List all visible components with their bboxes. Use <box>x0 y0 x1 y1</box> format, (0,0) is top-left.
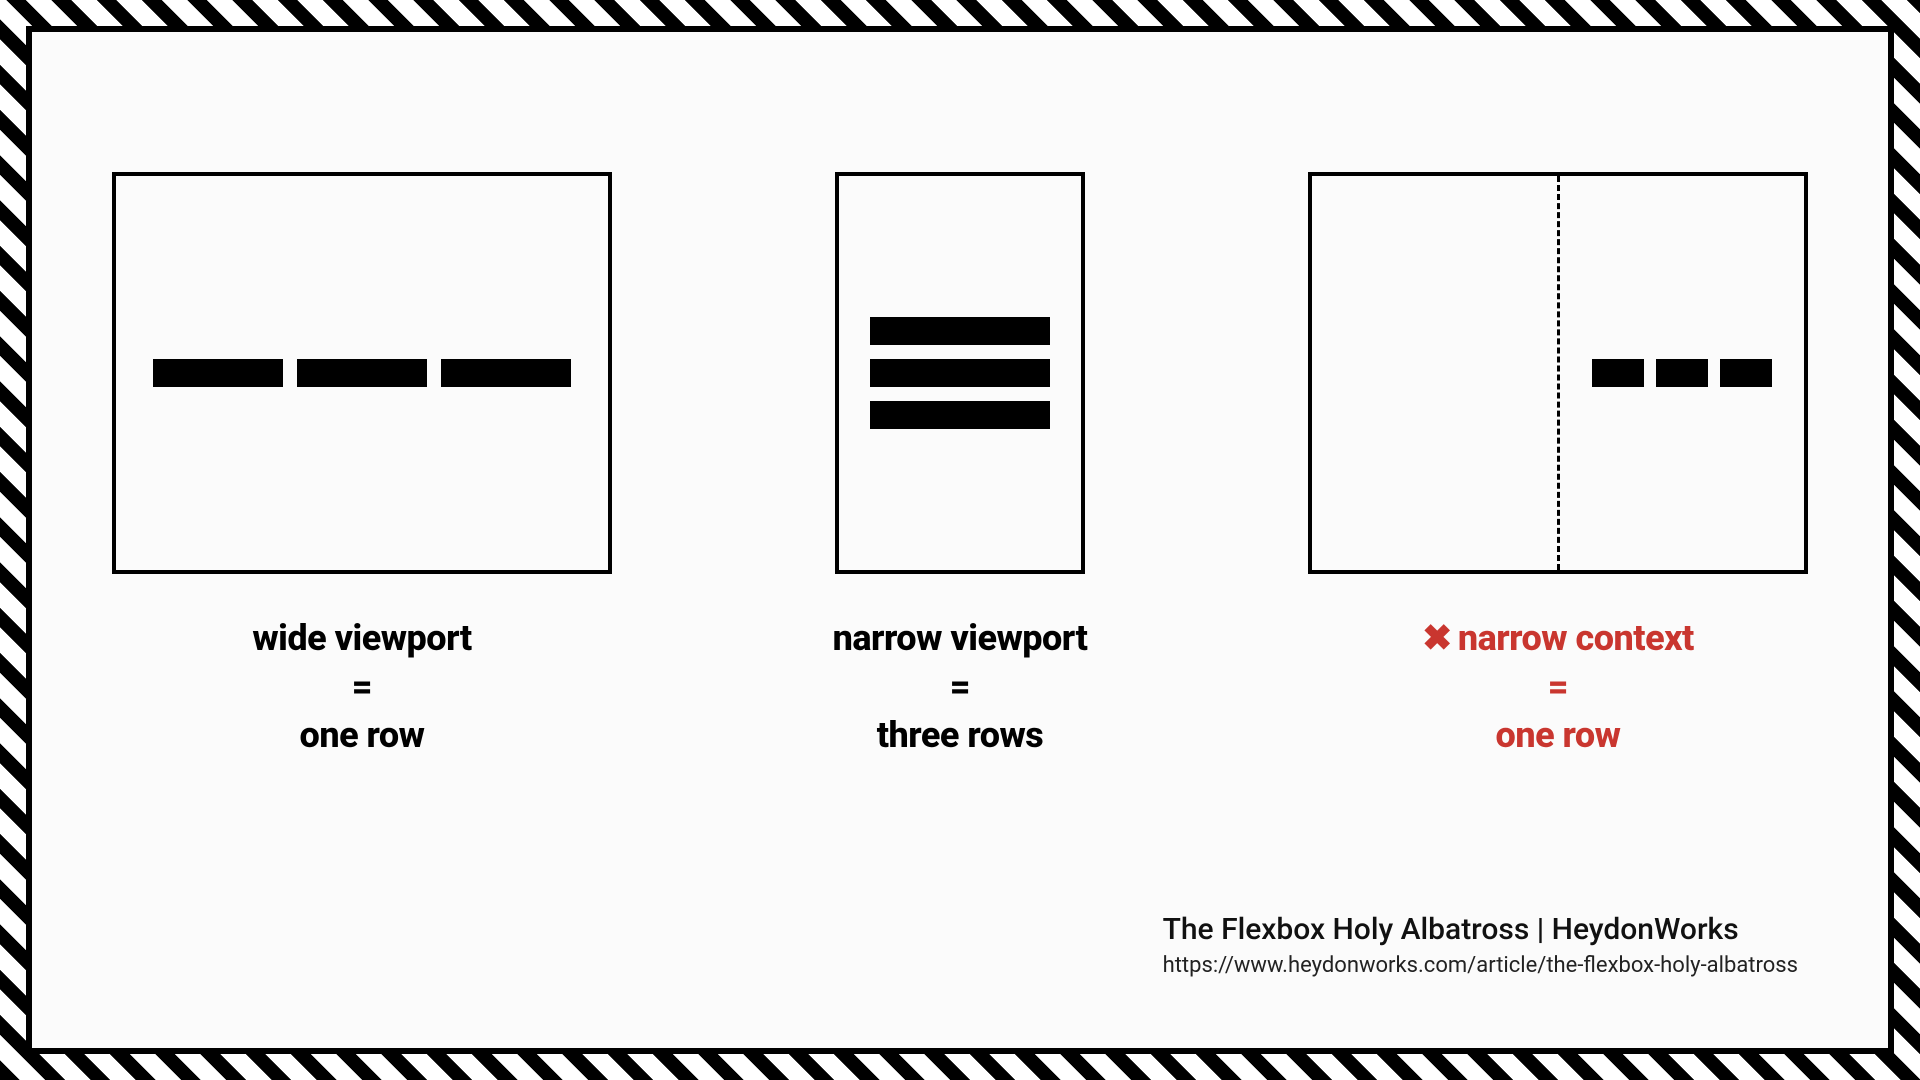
cross-icon: ✖ <box>1422 614 1452 663</box>
empty-left-pane <box>1312 176 1560 570</box>
caption-line: three rows <box>833 711 1088 760</box>
diagram-row: wide viewport = one row narrow viewport … <box>112 172 1808 760</box>
slide-inner: wide viewport = one row narrow viewport … <box>26 26 1894 1054</box>
content-block <box>297 359 427 387</box>
content-block <box>441 359 571 387</box>
attribution-title: The Flexbox Holy Albatross | HeydonWorks <box>1163 912 1798 947</box>
attribution-block: The Flexbox Holy Albatross | HeydonWorks… <box>1163 912 1798 978</box>
caption-line: one row <box>252 711 471 760</box>
content-block <box>870 359 1050 387</box>
panel-wide-viewport: wide viewport = one row <box>112 172 612 760</box>
narrow-context-box <box>1308 172 1808 574</box>
narrow-viewport-caption: narrow viewport = three rows <box>833 614 1088 760</box>
wide-viewport-caption: wide viewport = one row <box>252 614 471 760</box>
panel-narrow-context: ✖narrow context = one row <box>1308 172 1808 760</box>
content-block <box>153 359 283 387</box>
caption-text: narrow context <box>1458 617 1694 659</box>
caption-equals: = <box>1422 663 1694 712</box>
wide-viewport-box <box>112 172 612 574</box>
caption-line: narrow viewport <box>833 614 1088 663</box>
caption-line: ✖narrow context <box>1422 614 1694 663</box>
content-block <box>870 317 1050 345</box>
caption-equals: = <box>252 663 471 712</box>
panel-narrow-viewport: narrow viewport = three rows <box>833 172 1088 760</box>
content-block <box>1720 359 1772 387</box>
content-block <box>1656 359 1708 387</box>
narrow-viewport-box <box>835 172 1085 574</box>
caption-line: wide viewport <box>252 614 471 663</box>
narrow-context-caption: ✖narrow context = one row <box>1422 614 1694 760</box>
content-block <box>870 401 1050 429</box>
caption-equals: = <box>833 663 1088 712</box>
content-block <box>1592 359 1644 387</box>
content-right-pane <box>1560 176 1805 570</box>
caption-line: one row <box>1422 711 1694 760</box>
attribution-url: https://www.heydonworks.com/article/the-… <box>1163 953 1798 978</box>
striped-border-frame: wide viewport = one row narrow viewport … <box>0 0 1920 1080</box>
